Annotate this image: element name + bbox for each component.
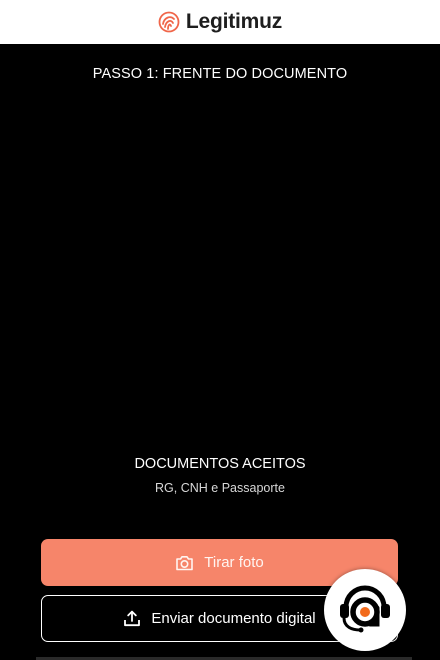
accepted-documents-title: DOCUMENTOS ACEITOS (134, 456, 306, 472)
brand-name: Legitimuz (185, 10, 283, 33)
upload-icon (123, 610, 141, 627)
accepted-documents-list: RG, CNH e Passaporte (155, 481, 285, 495)
upload-document-label: Enviar documento digital (151, 610, 316, 627)
step-title: PASSO 1: FRENTE DO DOCUMENTO (92, 66, 348, 82)
brand-logo: Legitimuz (158, 10, 282, 34)
header-bar: Legitimuz (0, 0, 440, 44)
take-photo-label: Tirar foto (204, 554, 264, 571)
camera-icon (175, 555, 194, 571)
headset-support-icon (332, 575, 398, 646)
fingerprint-icon (158, 11, 180, 33)
accepted-documents: DOCUMENTOS ACEITOS RG, CNH e Passaporte (0, 456, 440, 495)
support-chat-button[interactable] (324, 569, 406, 651)
document-capture-screen: Legitimuz PASSO 1: FRENTE DO DOCUMENTO D… (0, 0, 440, 660)
